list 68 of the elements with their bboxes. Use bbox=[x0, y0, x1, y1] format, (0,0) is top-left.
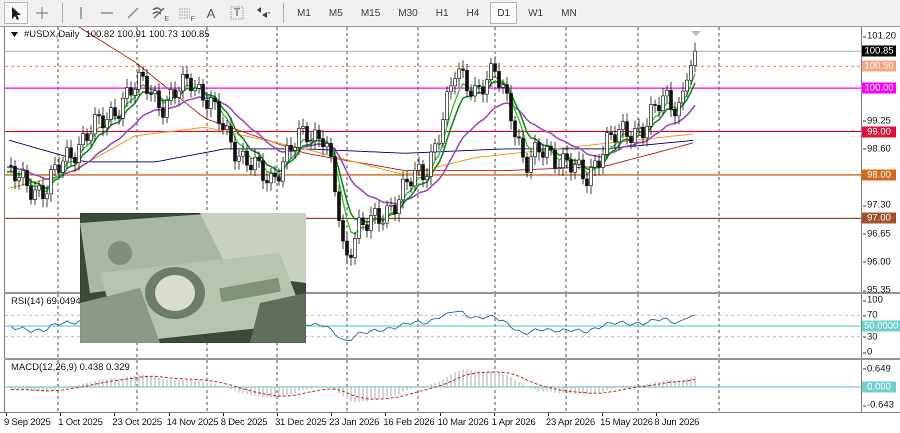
grid-line bbox=[276, 360, 278, 412]
price-axis-label: 101.20 bbox=[863, 30, 896, 42]
text-label-icon bbox=[229, 5, 245, 21]
timeframe-button[interactable]: M1 bbox=[290, 2, 318, 24]
date-axis-label: 8 Jun 2026 bbox=[654, 413, 708, 430]
price-level-tag: 98.00 bbox=[862, 169, 896, 180]
price-level-tag: 100.00 bbox=[862, 82, 896, 94]
trend-line-icon bbox=[125, 5, 141, 21]
pointer-tool-button[interactable] bbox=[4, 2, 28, 24]
grid-line bbox=[718, 360, 720, 412]
grid-line bbox=[494, 360, 496, 412]
grid-line bbox=[346, 360, 348, 412]
date-axis-label: 10 Mar 2026 bbox=[438, 413, 492, 430]
date-axis-label: 1 Oct 2025 bbox=[58, 413, 112, 430]
price-axis-label: 97.30 bbox=[863, 200, 891, 211]
timeframe-button[interactable]: M15 bbox=[354, 2, 388, 24]
rsi-indicator-label: RSI(14) 69.0494 bbox=[11, 296, 81, 307]
price-axis-label: 96.00 bbox=[863, 256, 891, 268]
grid-line bbox=[346, 294, 348, 358]
macd-axis-label: 0.649 bbox=[863, 363, 891, 374]
grid-line bbox=[718, 294, 720, 358]
timeframe-button[interactable]: M5 bbox=[322, 2, 350, 24]
timeframe-button[interactable]: H4 bbox=[460, 2, 486, 24]
rsi-axis-label: 30 bbox=[863, 331, 878, 342]
price-axis-label: 99.25 bbox=[863, 115, 891, 126]
macd-axis-label: -0.643 bbox=[863, 400, 894, 410]
date-axis-label: 23 Apr 2026 bbox=[546, 413, 600, 430]
shapes-icon bbox=[255, 5, 271, 21]
shift-marker-icon[interactable] bbox=[691, 31, 701, 36]
price-level-tag: 100.50 bbox=[862, 60, 896, 72]
price-level-tag: 99.00 bbox=[862, 126, 896, 138]
rsi-axis-label: 70 bbox=[863, 310, 878, 321]
macd-level-tag: 0.000 bbox=[862, 382, 896, 392]
text-label-tool-button[interactable]: T bbox=[225, 2, 249, 24]
vertical-line-icon bbox=[80, 7, 82, 19]
timeframe-button[interactable]: MN bbox=[554, 2, 584, 24]
date-axis-label: 1 Apr 2026 bbox=[492, 413, 546, 430]
collapse-caret-icon[interactable] bbox=[11, 32, 18, 37]
macd-indicator-label: MACD(12,26,9) 0.438 0.329 bbox=[11, 362, 130, 373]
timeframe-button[interactable]: D1 bbox=[490, 2, 518, 24]
price-axis-label: 96.65 bbox=[863, 228, 891, 240]
price-axis-label: 95.35 bbox=[863, 284, 891, 296]
rsi-axis-label: 100 bbox=[863, 294, 883, 306]
timeframe-button[interactable]: H1 bbox=[428, 2, 456, 24]
date-axis-label: 15 May 2026 bbox=[600, 413, 654, 430]
fibonacci-icon bbox=[151, 5, 167, 21]
horizontal-line-icon bbox=[101, 12, 113, 14]
crosshair-icon bbox=[34, 5, 50, 21]
date-axis-label: 23 Jan 2026 bbox=[329, 413, 384, 430]
current-price-tag: 100.85 bbox=[862, 46, 896, 57]
grid-line bbox=[206, 360, 208, 412]
date-axis-label: 8 Dec 2025 bbox=[220, 413, 275, 430]
price-axis-label: 98.60 bbox=[863, 143, 891, 154]
chart-symbol: #USDX,Daily bbox=[24, 29, 80, 40]
rsi-axis-label: 0 bbox=[863, 346, 872, 358]
grid-line bbox=[494, 294, 496, 358]
grid-line bbox=[136, 360, 138, 412]
tool-glyph: T bbox=[234, 7, 240, 19]
rsi-level-tag: 50.0000 bbox=[862, 320, 900, 332]
text-tool-button[interactable]: A bbox=[199, 2, 223, 24]
price-level-tag: 97.00 bbox=[862, 212, 896, 224]
date-axis-label: 9 Sep 2025 bbox=[4, 413, 58, 430]
timeframe-button[interactable]: W1 bbox=[521, 2, 550, 24]
date-axis-label: 16 Feb 2026 bbox=[383, 413, 438, 430]
date-axis-label: 14 Nov 2025 bbox=[166, 413, 221, 430]
date-axis-label: 31 Dec 2025 bbox=[274, 413, 330, 430]
date-axis-label: 23 Oct 2025 bbox=[112, 413, 167, 430]
timeframe-button[interactable]: M30 bbox=[391, 2, 425, 24]
